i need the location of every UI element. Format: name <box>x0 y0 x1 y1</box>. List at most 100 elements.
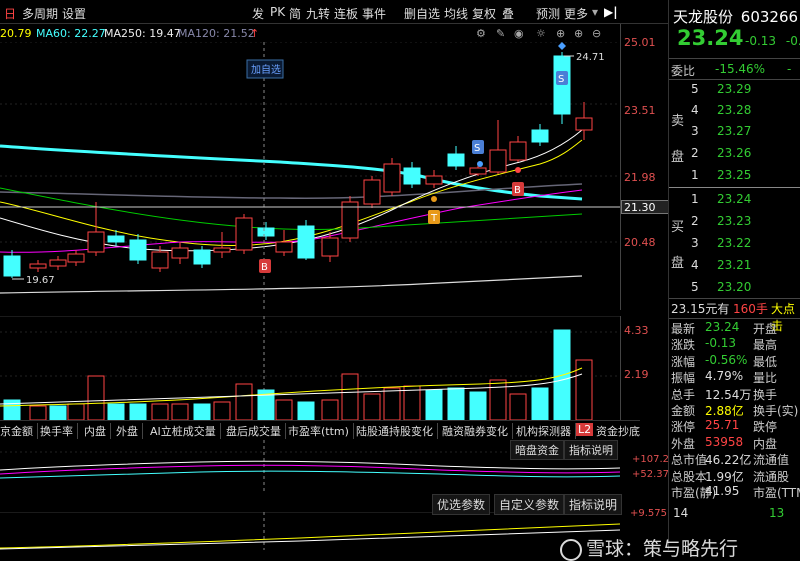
tab-after-hours-volume[interactable]: 盘后成交量 <box>222 423 286 439</box>
candle-body <box>87 231 105 253</box>
candle-body <box>275 241 293 253</box>
price-tick: 21.98 <box>624 171 656 184</box>
big-order-row[interactable]: 23.15元有 160手 大点击 <box>669 298 800 333</box>
ask-row-2[interactable]: 2 23.26 <box>669 144 800 164</box>
tool-fa[interactable]: 发 <box>252 5 264 22</box>
dot-marker-2 <box>515 167 521 173</box>
tool-more[interactable]: 更多 <box>564 5 588 22</box>
tab-turnover[interactable]: 换手率 <box>36 423 78 439</box>
tool-jian[interactable]: 简 <box>289 5 301 22</box>
candle-body <box>297 225 315 259</box>
eye-icon[interactable]: ◉ <box>514 27 524 40</box>
candle-body <box>489 149 507 173</box>
tab-bottom-fishing[interactable]: 资金抄底 <box>592 423 644 439</box>
locate-icon[interactable]: ⊕ <box>556 27 565 40</box>
stat-value: -0.13 <box>705 336 737 351</box>
change-value: -0.13 <box>745 34 777 48</box>
volume-bar <box>575 359 593 420</box>
volume-chart <box>0 316 620 420</box>
ask-price: 23.27 <box>717 124 752 138</box>
sub2-line-2 <box>0 529 620 550</box>
ask-price: 23.25 <box>717 168 752 182</box>
tab-pe-ttm[interactable]: 市盈率(ttm) <box>284 423 354 439</box>
dark-pool-funds-button[interactable]: 暗盘资金 <box>510 440 564 460</box>
chevron-down-icon[interactable]: ▾ <box>592 5 598 19</box>
stat-row: 涨停 25.71 跌停 <box>669 418 800 434</box>
bid-level: 5 <box>691 280 699 294</box>
dot-marker-3 <box>431 196 437 202</box>
bid-row-2[interactable]: 2 23.23 <box>669 212 800 232</box>
stat-value: 25.71 <box>705 418 740 433</box>
zoom-in-icon[interactable]: ⊕ <box>574 27 583 40</box>
ask-row-4[interactable]: 4 23.28 <box>669 101 800 121</box>
tab-ai-volume[interactable]: AI立桩成交量 <box>146 423 221 439</box>
stat-row: 总股本 1.99亿 流通股 <box>669 468 800 484</box>
stat-row: 振幅 4.79% 量比 <box>669 369 800 385</box>
brush-icon[interactable]: ✎ <box>496 27 505 40</box>
tool-pk[interactable]: PK <box>270 5 285 19</box>
multi-period-button[interactable]: 多周期 <box>22 5 58 22</box>
sub1-tick: +52.37 <box>632 469 670 480</box>
tab-outer[interactable]: 外盘 <box>112 423 143 439</box>
stock-change: -0.13 -0.5 <box>745 34 800 48</box>
tab-institution-detector[interactable]: 机构探测器 <box>512 423 576 439</box>
tab-jin-e[interactable]: 京金额 <box>0 423 38 439</box>
bid-price: 23.20 <box>717 280 752 294</box>
stat-label-2: 内盘 <box>753 436 778 451</box>
stat-value: 53958 <box>705 434 744 449</box>
volume-tick: 4.33 <box>624 324 649 337</box>
bottom-value-b: 13 <box>769 506 785 520</box>
bulb-icon[interactable]: ☼ <box>536 27 546 40</box>
tool-jiuzhuan[interactable]: 九转 <box>306 5 330 22</box>
last-page-icon[interactable]: ▶| <box>604 5 618 19</box>
bid-row-4[interactable]: 4 23.21 <box>669 256 800 276</box>
candle-body <box>363 179 381 205</box>
bid-row-5[interactable]: 5 23.20 <box>669 278 800 298</box>
stat-label: 总手 <box>671 387 696 402</box>
bid-row-1[interactable]: 1 23.24 <box>669 190 800 210</box>
tool-overlay[interactable]: 叠 <box>502 5 514 22</box>
ask-row-5[interactable]: 5 23.29 <box>669 80 800 100</box>
stat-row: 涨跌 -0.13 最高 <box>669 336 800 352</box>
candlestick-chart[interactable]: 加自选 S S B B T 24.71 19.67 <box>0 42 620 310</box>
zoom-out-icon[interactable]: ⊖ <box>592 27 601 40</box>
stat-label-2: 换手(实) <box>753 404 799 418</box>
stat-value: 2.88亿 <box>705 404 744 418</box>
candle-body <box>49 259 67 267</box>
settings-button[interactable]: 设置 <box>62 5 86 22</box>
bid-level: 2 <box>691 214 699 228</box>
settings-icon[interactable]: ⚙ <box>476 27 486 40</box>
preset-params-button[interactable]: 优选参数 <box>432 494 491 515</box>
ask-row-3[interactable]: 3 23.27 <box>669 122 800 142</box>
tool-forecast[interactable]: 预测 <box>536 5 560 22</box>
custom-params-button[interactable]: 自定义参数 <box>494 494 565 515</box>
candles <box>3 52 593 278</box>
bid-price: 23.24 <box>717 192 752 206</box>
l2-badge: L2 <box>576 423 594 436</box>
stat-label-2: 跌停 <box>753 420 778 435</box>
indicator-help-button[interactable]: 指标说明 <box>564 440 618 460</box>
tab-margin[interactable]: 融资融券变化 <box>438 423 513 439</box>
indicator-help-button-2[interactable]: 指标说明 <box>564 494 623 515</box>
tool-adjust[interactable]: 复权 <box>472 5 496 22</box>
ask-row-1[interactable]: 1 23.25 <box>669 166 800 186</box>
tool-ma[interactable]: 均线 <box>444 5 468 22</box>
bid-row-3[interactable]: 3 23.22 <box>669 234 800 254</box>
low-price-label: 19.67 <box>26 275 55 286</box>
weibi-row: 委比 -15.46% - <box>669 60 800 80</box>
tab-inner[interactable]: 内盘 <box>80 423 111 439</box>
bid-price: 23.22 <box>717 236 752 250</box>
candle-body <box>531 129 549 143</box>
ma-toggle-icon[interactable]: ↑ <box>250 27 259 40</box>
ma-legend: 20.79 MA60: 22.27 MA250: 19.47 MA120: 21… <box>0 24 620 42</box>
tab-hk-connect[interactable]: 陆股通持股变化 <box>352 423 438 439</box>
big-order-qty: 160手 <box>733 302 768 316</box>
tool-lianban[interactable]: 连板 <box>334 5 358 22</box>
add-watchlist-label[interactable]: 加自选 <box>251 63 281 76</box>
period-day[interactable]: 日 <box>4 5 16 22</box>
volume-bar <box>509 393 527 420</box>
stat-row: 最新 23.24 开盘 <box>669 320 800 336</box>
ask-price: 23.26 <box>717 146 752 160</box>
tool-event[interactable]: 事件 <box>362 5 386 22</box>
remove-watchlist-button[interactable]: 删自选 <box>404 5 440 22</box>
